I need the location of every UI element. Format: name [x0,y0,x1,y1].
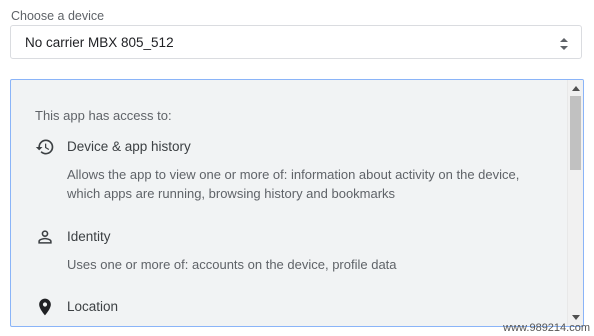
location-pin-icon [39,298,51,316]
scroll-up-arrow-icon[interactable] [572,86,580,91]
permission-title: Location [67,299,119,314]
device-select[interactable]: No carrier MBX 805_512 [10,25,582,59]
permission-description: Uses one or more of: accounts on the dev… [67,257,397,272]
device-chooser-label: Choose a device [11,9,105,23]
permissions-scrollbar[interactable] [567,80,583,326]
permission-title: Device & app history [67,139,191,154]
device-select-value: No carrier MBX 805_512 [25,35,174,50]
person-icon [38,230,52,244]
permissions-intro: This app has access to: [35,108,172,123]
scroll-down-arrow-icon[interactable] [572,315,580,320]
watermark: www.989214.com [503,322,590,334]
permissions-panel: This app has access to: Device & app his… [10,79,584,327]
history-icon [35,139,54,155]
app-permissions-page: Choose a device No carrier MBX 805_512 T… [0,0,594,336]
select-arrows-icon [560,38,568,50]
permissions-list: This app has access to: Device & app his… [11,80,567,326]
permission-title: Identity [67,229,111,244]
permission-description: Allows the app to view one or more of: i… [67,167,520,201]
scrollbar-thumb[interactable] [570,96,581,170]
